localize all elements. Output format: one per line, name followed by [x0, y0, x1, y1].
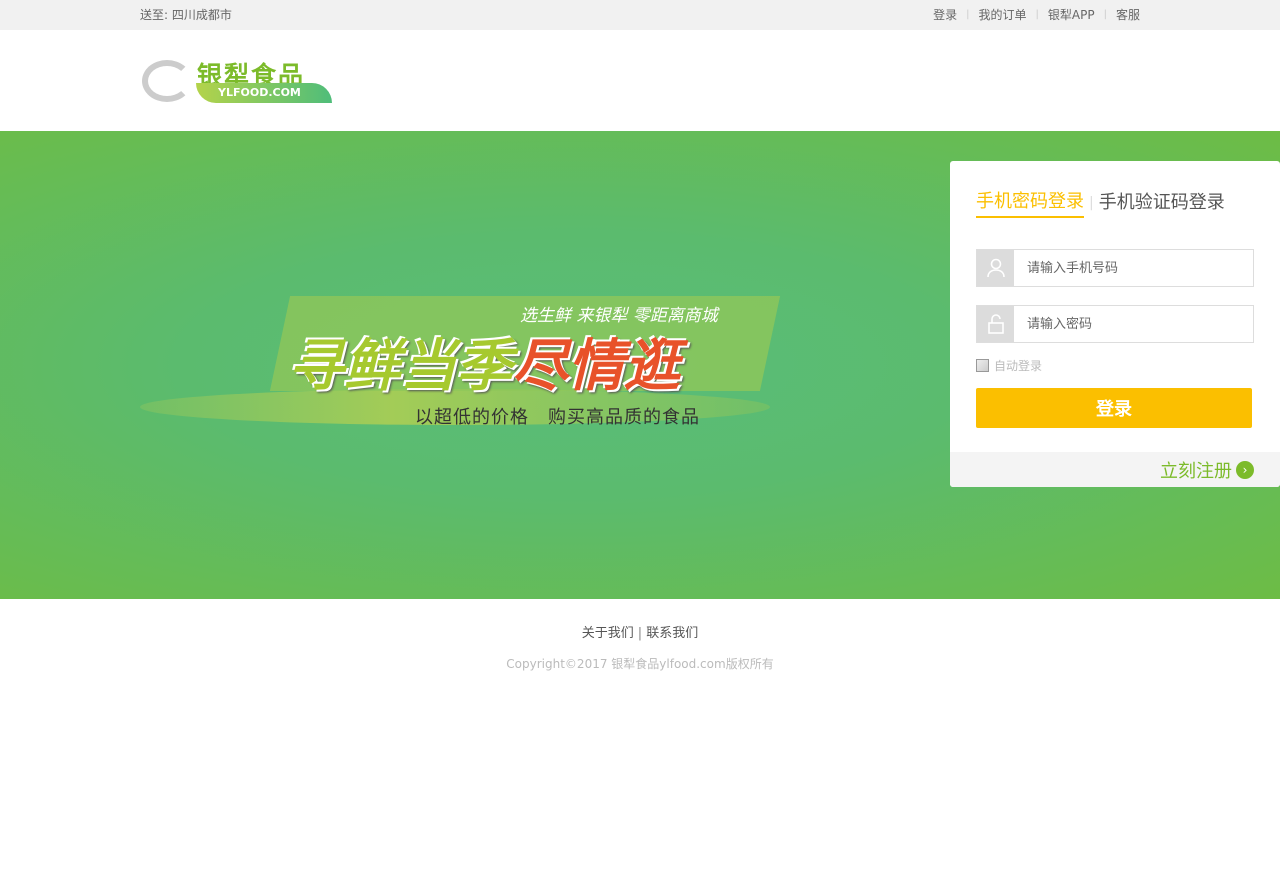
user-icon [977, 250, 1014, 286]
top-link-service[interactable]: 客服 [1116, 0, 1140, 30]
lock-icon [977, 306, 1014, 342]
footer-link-about[interactable]: 关于我们 [582, 626, 634, 641]
divider: | [637, 626, 643, 641]
tab-sms-login[interactable]: 手机验证码登录 [1099, 188, 1225, 217]
tab-password-login[interactable]: 手机密码登录 [976, 187, 1084, 218]
top-link-login[interactable]: 登录 [933, 0, 957, 30]
footer: 关于我们 | 联系我们 Copyright©2017 银犁食品ylfood.com版… [0, 599, 1280, 672]
divider: | [1089, 194, 1094, 211]
promo-tagline: 以超低的价格 购买高品质的食品 [415, 407, 700, 428]
top-link-app[interactable]: 银犁APP [1048, 0, 1095, 30]
password-input[interactable] [1014, 306, 1253, 342]
headline-part-b: 尽情逛 [512, 334, 680, 399]
divider: | [966, 9, 970, 20]
register-link[interactable]: 立刻注册 › [1160, 457, 1254, 483]
header: 银犁食品 YLFOOD.COM [0, 30, 1280, 131]
auto-login-checkbox[interactable] [976, 359, 989, 372]
copyright: Copyright©2017 银犁食品ylfood.com版权所有 [506, 657, 774, 671]
login-banner: 选生鲜 来银犁 零距离商城 寻鲜当季尽情逛 以超低的价格 购买高品质的食品 手机… [0, 131, 1280, 599]
login-panel: 手机密码登录 | 手机验证码登录 自动登录 登录 立刻注册› [950, 161, 1280, 487]
logo[interactable]: 银犁食品 YLFOOD.COM [142, 56, 332, 106]
top-bar: 送至: 四川成都市 登录 | 我的订单 | 银犁APP | 客服 [0, 0, 1280, 30]
auto-login-label: 自动登录 [994, 359, 1043, 373]
footer-link-contact[interactable]: 联系我们 [646, 626, 698, 641]
register-bar: 立刻注册 › [950, 452, 1280, 487]
login-tabs: 手机密码登录 | 手机验证码登录 [976, 187, 1225, 218]
auto-login[interactable]: 自动登录 [976, 357, 1042, 374]
password-field [976, 305, 1254, 343]
headline-part-a: 寻鲜当季 [288, 334, 512, 399]
delivery-location[interactable]: 送至: 四川成都市 [140, 0, 232, 30]
phone-input[interactable] [1014, 250, 1253, 286]
phone-field [976, 249, 1254, 287]
logo-domain: YLFOOD.COM [196, 83, 332, 103]
divider: | [1035, 9, 1039, 20]
chevron-right-icon: › [1236, 460, 1254, 479]
promo-graphic: 选生鲜 来银犁 零距离商城 寻鲜当季尽情逛 以超低的价格 购买高品质的食品 [140, 261, 781, 461]
login-button[interactable]: 登录 [976, 388, 1252, 428]
promo-headline: 寻鲜当季尽情逛 [288, 321, 680, 402]
top-link-orders[interactable]: 我的订单 [979, 0, 1027, 30]
divider: | [1103, 9, 1107, 20]
logo-mark-icon [142, 60, 192, 102]
register-label: 立刻注册 [1160, 460, 1232, 482]
